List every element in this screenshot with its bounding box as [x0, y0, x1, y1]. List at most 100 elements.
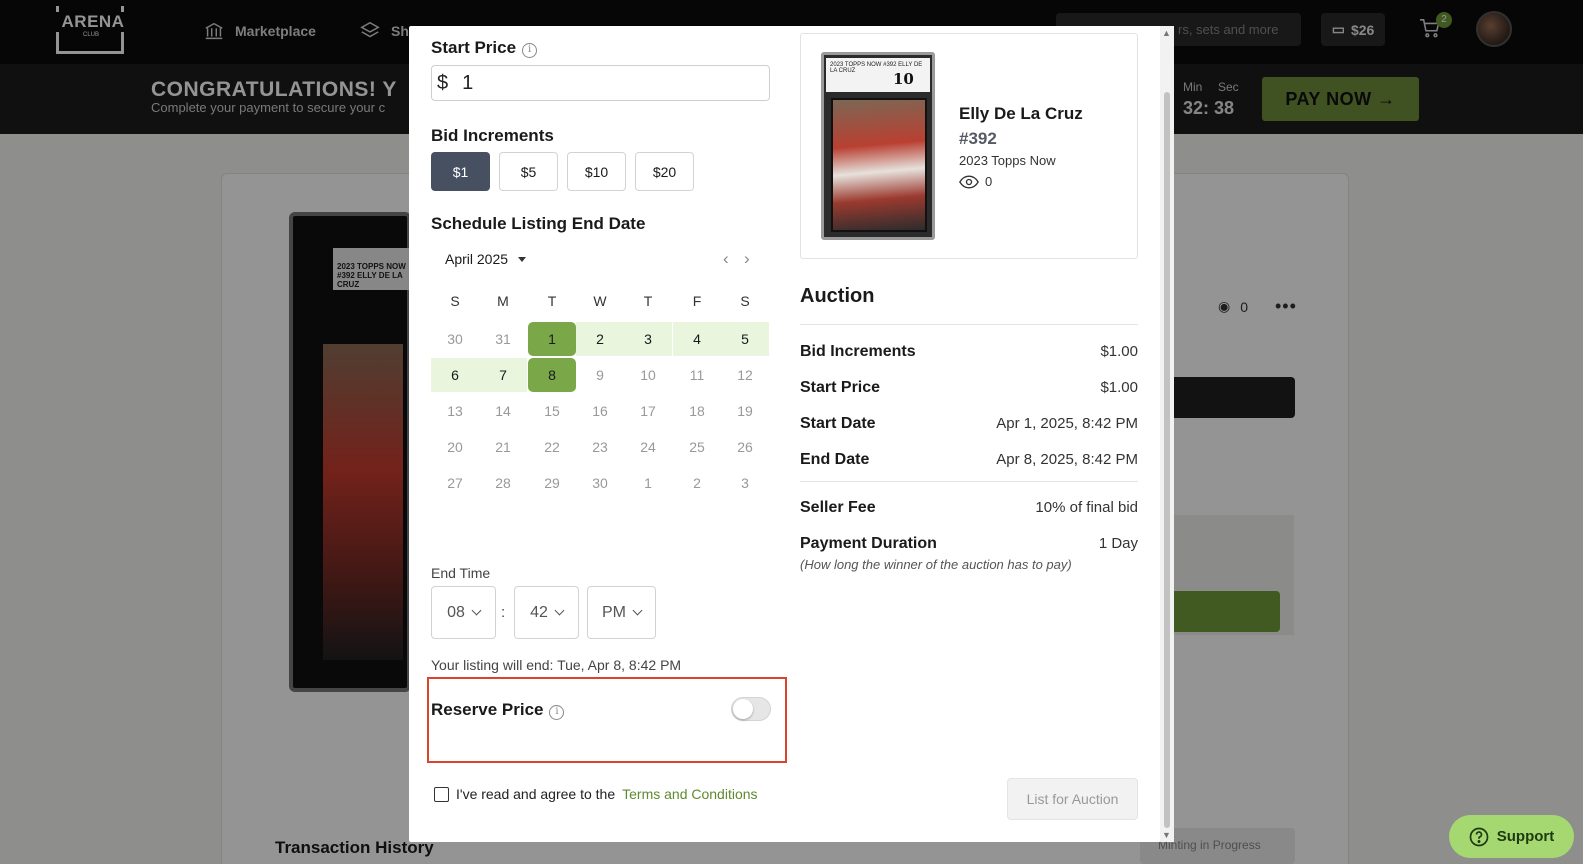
calendar-day: 12	[737, 367, 753, 383]
summary-value-seller-fee: 10% of final bid	[1035, 499, 1138, 516]
scroll-up-icon[interactable]: ▲	[1162, 28, 1171, 38]
weekday-header: S	[450, 293, 460, 309]
calendar-day: 17	[640, 403, 656, 419]
calendar-day: 3	[741, 475, 749, 491]
calendar-day: 10	[640, 367, 656, 383]
listing-end-summary: Your listing will end: Tue, Apr 8, 8:42 …	[431, 657, 682, 673]
calendar-day[interactable]: 6	[431, 358, 479, 392]
calendar-day[interactable]: 7	[479, 358, 527, 392]
chevron-down-icon	[471, 605, 482, 616]
scroll-down-icon[interactable]: ▼	[1162, 830, 1171, 840]
info-icon[interactable]: i	[549, 705, 565, 720]
slab-grade: 10	[893, 70, 914, 88]
toggle-knob	[733, 699, 753, 719]
calendar-day[interactable]: 1	[528, 322, 576, 356]
summary-label-seller-fee: Seller Fee	[800, 499, 876, 516]
weekday-header: W	[593, 293, 607, 309]
calendar-day[interactable]: 4	[673, 322, 721, 356]
summary-value-start-date: Apr 1, 2025, 8:42 PM	[996, 415, 1138, 432]
calendar-day: 26	[737, 439, 753, 455]
summary-label-end-date: End Date	[800, 451, 870, 468]
calendar-day[interactable]: 5	[721, 322, 769, 356]
increment-20-button[interactable]: $20	[635, 152, 694, 191]
list-for-auction-button[interactable]: List for Auction	[1007, 778, 1138, 820]
month-selector[interactable]: April 2025	[445, 251, 527, 267]
payment-duration-note: (How long the winner of the auction has …	[800, 557, 1072, 572]
reserve-price-highlight	[427, 677, 787, 763]
calendar-day[interactable]: 3	[624, 322, 672, 356]
support-button[interactable]: Support	[1449, 815, 1574, 858]
calendar-day: 16	[592, 403, 608, 419]
terms-agreement: I've read and agree to the Terms and Con…	[434, 786, 758, 802]
start-price-input[interactable]: $1	[431, 65, 770, 101]
info-icon[interactable]: i	[522, 43, 538, 58]
summary-label-start-date: Start Date	[800, 415, 876, 432]
calendar-day: 11	[689, 367, 705, 383]
hour-value: 08	[447, 603, 465, 621]
calendar-day: 2	[693, 475, 701, 491]
support-label: Support	[1496, 828, 1555, 845]
calendar-day: 25	[689, 439, 705, 455]
calendar-day: 30	[447, 331, 463, 347]
calendar-day: 1	[644, 475, 652, 491]
increment-1-button[interactable]: $1	[431, 152, 490, 191]
divider	[800, 324, 1138, 325]
card-number: #392	[959, 129, 997, 148]
terms-link[interactable]: Terms and Conditions	[622, 786, 757, 802]
currency-symbol: $	[437, 72, 449, 94]
help-icon	[1469, 827, 1489, 846]
calendar-day: 30	[592, 475, 608, 491]
minute-select[interactable]: 42	[514, 586, 579, 639]
summary-label-bid-increments: Bid Increments	[800, 343, 916, 360]
caret-down-icon	[518, 257, 527, 262]
summary-value-bid-increments: $1.00	[1100, 343, 1138, 360]
minute-value: 42	[530, 603, 548, 621]
calendar-day[interactable]: 2	[576, 322, 624, 356]
reserve-price-label-text: Reserve Price	[431, 700, 544, 719]
calendar-day: 15	[544, 403, 560, 419]
calendar-day: 21	[495, 439, 511, 455]
calendar-day[interactable]: 8	[528, 358, 576, 392]
slab-label: 2023 TOPPS NOW #392 ELLY DE LA CRUZ	[826, 58, 930, 92]
chevron-down-icon	[554, 605, 565, 616]
previous-month-icon[interactable]: ‹	[723, 249, 729, 269]
summary-label-payment-duration: Payment Duration	[800, 535, 937, 552]
hour-select[interactable]: 08	[431, 586, 496, 639]
increment-10-button[interactable]: $10	[567, 152, 626, 191]
summary-label-start-price: Start Price	[800, 379, 881, 396]
calendar-day: 13	[447, 403, 463, 419]
reserve-price-label: Reserve Price i	[431, 700, 565, 720]
card-photo	[831, 98, 927, 232]
card-views: 0	[959, 174, 992, 189]
calendar-day: 14	[495, 403, 511, 419]
weekday-header: S	[740, 293, 750, 309]
start-price-label-text: Start Price	[431, 38, 517, 57]
weekday-header: F	[692, 293, 702, 309]
auction-summary-title: Auction	[800, 285, 875, 307]
summary-value-end-date: Apr 8, 2025, 8:42 PM	[996, 451, 1138, 468]
weekday-header: M	[497, 293, 509, 309]
calendar-day: 28	[495, 475, 511, 491]
reserve-price-toggle[interactable]	[731, 697, 771, 721]
calendar-day: 20	[447, 439, 463, 455]
end-time-label: End Time	[431, 565, 491, 581]
calendar-day: 22	[544, 439, 560, 455]
modal-scrollbar-thumb[interactable]	[1164, 92, 1170, 828]
chevron-down-icon	[632, 605, 643, 616]
ampm-select[interactable]: PM	[587, 586, 656, 639]
calendar-day: 29	[544, 475, 560, 491]
card-set: 2023 Topps Now	[959, 153, 1056, 168]
calendar-day: 9	[596, 367, 604, 383]
month-label: April 2025	[445, 251, 509, 267]
start-price-label: Start Price i	[431, 38, 538, 58]
terms-checkbox[interactable]	[434, 786, 449, 802]
start-price-value: 1	[462, 72, 474, 94]
calendar-day: 24	[640, 439, 656, 455]
ampm-value: PM	[602, 603, 626, 621]
calendar-day: 19	[737, 403, 753, 419]
bid-increments-label: Bid Increments	[431, 126, 554, 145]
calendar-day: 18	[689, 403, 705, 419]
increment-5-button[interactable]: $5	[499, 152, 558, 191]
card-views-value: 0	[985, 174, 993, 189]
next-month-icon[interactable]: ›	[744, 249, 750, 269]
